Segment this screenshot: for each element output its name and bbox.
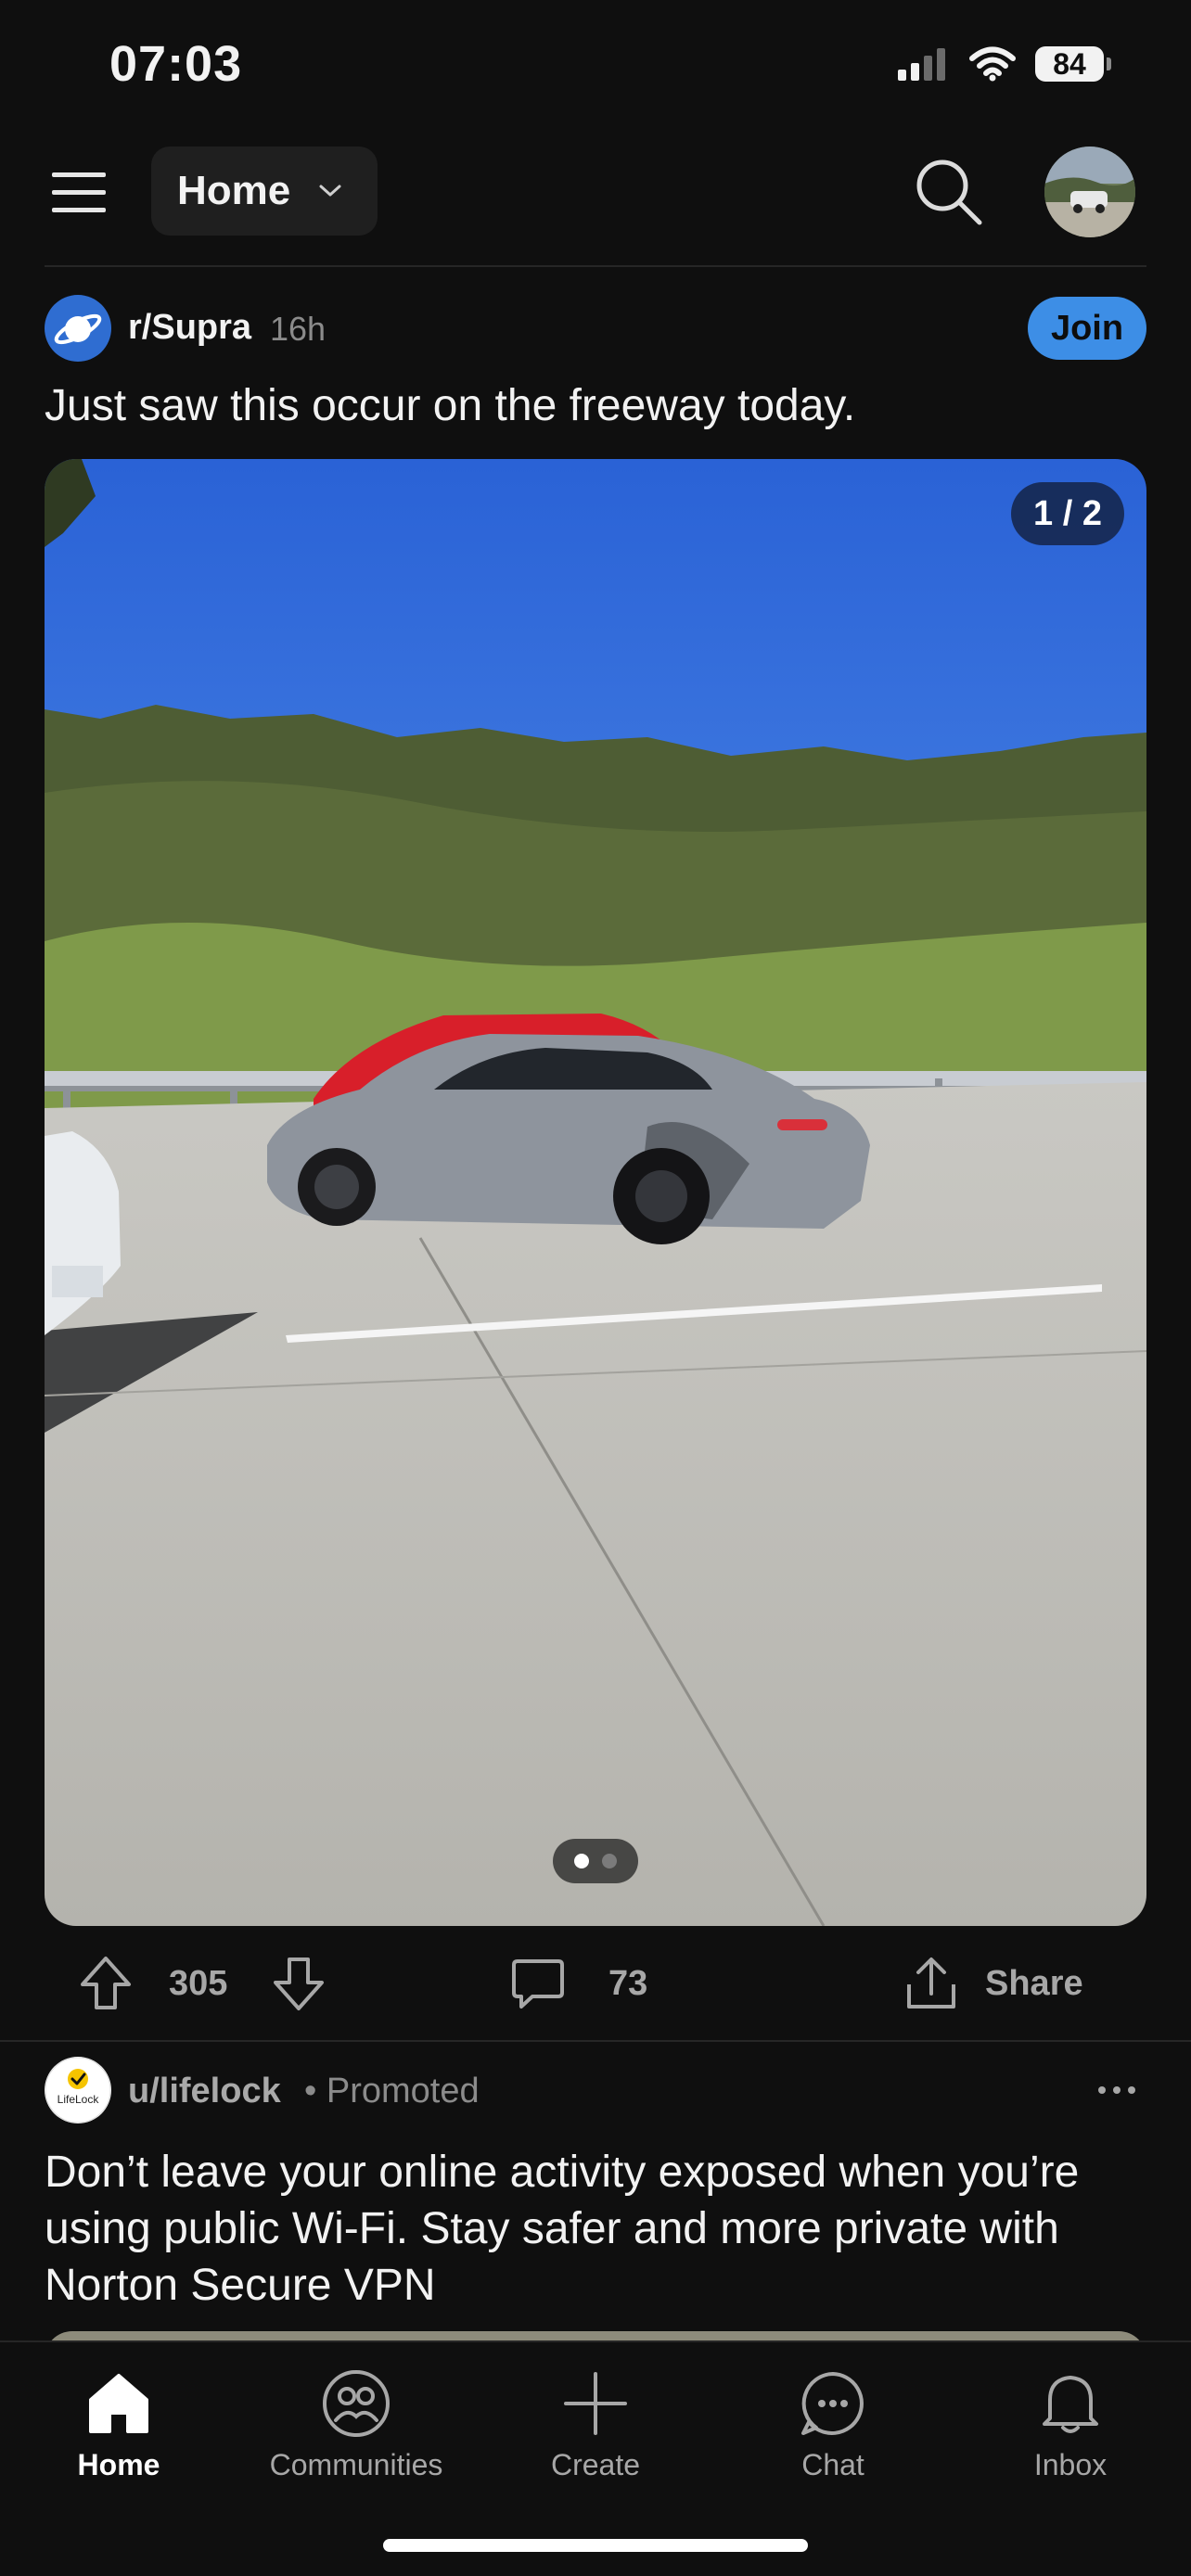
more-options-button[interactable] xyxy=(1095,2070,1139,2111)
menu-button[interactable] xyxy=(48,167,111,219)
vote-count: 305 xyxy=(169,1942,227,2025)
battery-level: 84 xyxy=(1035,46,1104,82)
post-title[interactable]: Just saw this occur on the freeway today… xyxy=(45,380,855,431)
gallery-pagination-dots xyxy=(553,1839,638,1883)
subreddit-name[interactable]: r/Supra xyxy=(128,308,251,348)
post-action-bar: 305 73 Share xyxy=(0,1942,1191,2025)
post-image-gallery[interactable] xyxy=(45,459,1146,1926)
nav-create-label: Create xyxy=(550,2448,641,2481)
gallery-dot-2 xyxy=(602,1854,617,1868)
share-icon xyxy=(907,1958,955,2009)
nav-chat[interactable]: Chat xyxy=(740,2368,926,2507)
avatar[interactable] xyxy=(1044,147,1135,237)
status-icons: 84 xyxy=(898,46,1111,82)
upvote-button[interactable] xyxy=(78,1942,134,2025)
join-button[interactable]: Join xyxy=(1028,297,1146,360)
nav-create[interactable]: Create xyxy=(503,2368,688,2507)
search-icon xyxy=(916,159,982,225)
feed-selector-button[interactable]: Home xyxy=(151,147,378,236)
top-app-bar: Home xyxy=(0,130,1191,254)
vote-count-text: 305 xyxy=(169,1963,228,2003)
gallery-counter: 1 / 2 xyxy=(1011,482,1124,545)
post-image xyxy=(45,459,1146,1926)
share-button[interactable]: Share xyxy=(903,1942,1083,2025)
status-bar: 07:03 84 xyxy=(0,0,1191,130)
share-label: Share xyxy=(985,1963,1083,2003)
cellular-signal-icon xyxy=(898,48,945,81)
nav-home-label: Home xyxy=(77,2448,160,2481)
gallery-dot-1 xyxy=(574,1854,589,1868)
communities-icon xyxy=(323,2370,390,2437)
nav-inbox-label: Inbox xyxy=(1033,2448,1108,2481)
planet-icon xyxy=(45,295,111,362)
status-time: 07:03 xyxy=(109,36,243,92)
more-horizontal-icon xyxy=(1098,2086,1135,2094)
chat-icon xyxy=(801,2372,864,2435)
comments-button[interactable]: 73 xyxy=(510,1942,647,2025)
header-divider xyxy=(45,265,1146,267)
downvote-icon xyxy=(274,1958,324,2010)
downvote-button[interactable] xyxy=(271,1942,327,2025)
plus-icon xyxy=(564,2372,627,2435)
search-button[interactable] xyxy=(913,156,985,228)
chevron-down-icon xyxy=(319,185,341,197)
feed-selector-label: Home xyxy=(177,168,291,213)
promoted-label: • Promoted xyxy=(304,2072,480,2111)
comment-icon xyxy=(512,1959,564,2009)
promoted-post-title[interactable]: Don’t leave your online activity exposed… xyxy=(45,2144,1146,2314)
home-indicator[interactable] xyxy=(383,2539,808,2552)
advertiser-icon[interactable]: LifeLock xyxy=(45,2057,111,2123)
upvote-icon xyxy=(81,1957,131,2009)
nav-inbox[interactable]: Inbox xyxy=(978,2368,1163,2507)
lifelock-logo: LifeLock xyxy=(45,2057,111,2123)
subreddit-icon[interactable] xyxy=(45,295,111,362)
battery-icon: 84 xyxy=(1035,46,1111,82)
bell-icon xyxy=(1043,2376,1098,2433)
menu-icon xyxy=(52,172,106,212)
nav-home[interactable]: Home xyxy=(26,2368,211,2507)
wifi-icon xyxy=(969,46,1016,82)
post-age: 16h xyxy=(270,310,327,348)
nav-communities[interactable]: Communities xyxy=(263,2368,449,2507)
post-divider xyxy=(0,2040,1191,2042)
advertiser-name[interactable]: u/lifelock xyxy=(128,2072,281,2111)
nav-communities-label: Communities xyxy=(269,2448,443,2481)
comment-count: 73 xyxy=(608,1963,648,2003)
nav-chat-label: Chat xyxy=(801,2448,864,2481)
lifelock-logo-text: LifeLock xyxy=(58,2093,100,2106)
home-icon xyxy=(89,2374,148,2433)
avatar-image xyxy=(1044,147,1135,237)
